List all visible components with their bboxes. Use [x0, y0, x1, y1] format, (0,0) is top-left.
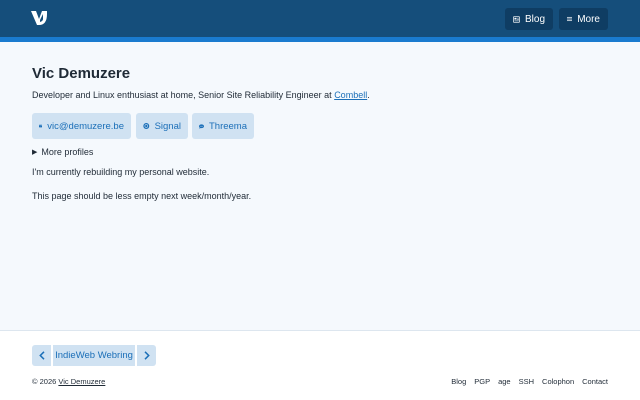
copyright-author-link[interactable]: Vic Demuzere — [58, 377, 105, 386]
nav-more-button[interactable]: More — [559, 8, 608, 30]
threema-contact-label: Threema — [208, 120, 247, 132]
paragraph-rebuilding: I'm currently rebuilding my personal web… — [32, 167, 210, 177]
footer-link-ssh[interactable]: SSH — [519, 377, 534, 386]
more-profiles-toggle[interactable]: ▶ More profiles — [32, 147, 93, 157]
copyright: © 2026 Vic Demuzere — [32, 377, 105, 386]
indieweb-webring: IndieWeb Webring — [32, 345, 156, 366]
email-contact-label: vic@demuzere.be — [47, 120, 124, 132]
page-title: Vic Demuzere — [32, 65, 131, 82]
footer-link-contact[interactable]: Contact — [582, 377, 608, 386]
nav-blog-button[interactable]: Blog — [505, 8, 553, 30]
footer-link-blog[interactable]: Blog — [451, 377, 466, 386]
chevron-right-icon — [143, 351, 150, 360]
footer-link-colophon[interactable]: Colophon — [542, 377, 574, 386]
paragraph-empty-page: This page should be less empty next week… — [32, 191, 252, 201]
combell-link[interactable]: Combell — [334, 90, 367, 100]
more-profiles-label: More profiles — [41, 147, 94, 157]
top-navbar: Blog More — [0, 0, 640, 37]
newspaper-icon — [513, 15, 520, 23]
intro-text-end: . — [367, 90, 370, 100]
intro-text-body: Developer and Linux enthusiast at home, … — [32, 90, 335, 100]
footer-links: Blog PGP age SSH Colophon Contact — [451, 377, 608, 386]
intro-text: Developer and Linux enthusiast at home, … — [32, 90, 370, 100]
email-contact-button[interactable]: vic@demuzere.be — [32, 113, 131, 139]
webring-next-button[interactable] — [137, 345, 156, 366]
webring-prev-button[interactable] — [32, 345, 51, 366]
signal-icon — [143, 123, 150, 129]
disclosure-triangle-icon: ▶ — [32, 149, 38, 156]
nav-more-label: More — [577, 13, 600, 25]
signal-contact-button[interactable]: Signal — [136, 113, 188, 139]
signal-contact-label: Signal — [154, 120, 181, 132]
nav-blog-label: Blog — [524, 13, 545, 25]
footer-link-pgp[interactable]: PGP — [474, 377, 490, 386]
hamburger-icon — [567, 16, 573, 22]
accent-stripe — [0, 37, 640, 42]
footer-link-age[interactable]: age — [498, 377, 511, 386]
envelope-icon — [39, 124, 43, 128]
webring-link[interactable]: IndieWeb Webring — [53, 345, 135, 366]
copyright-prefix: © 2026 — [32, 377, 59, 386]
chat-bubble-icon — [199, 123, 204, 129]
threema-contact-button[interactable]: Threema — [192, 113, 254, 139]
vd-logo-icon[interactable] — [31, 11, 47, 25]
footer: IndieWeb Webring © 2026 Vic Demuzere Blo… — [0, 330, 640, 400]
chevron-left-icon — [38, 351, 45, 360]
